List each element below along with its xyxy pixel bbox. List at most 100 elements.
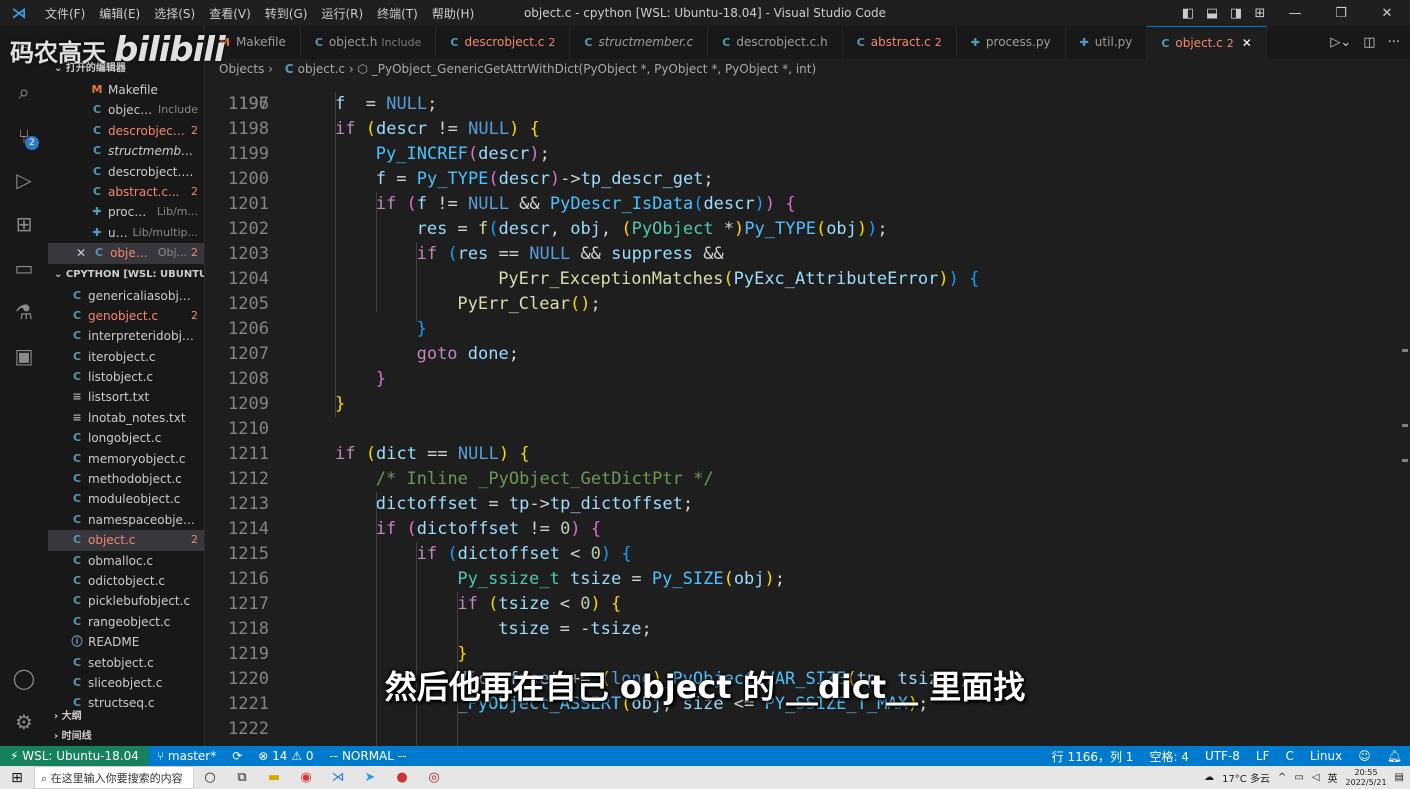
file-tree-item[interactable]: ⓘ README	[48, 632, 204, 652]
menu-item[interactable]: 查看(V)	[202, 5, 258, 22]
close-editor-icon[interactable]: ✕	[76, 243, 86, 263]
toggle-sidebar-icon[interactable]: ◧	[1176, 6, 1200, 21]
open-editor-item[interactable]: Cobject.h Include	[48, 100, 204, 120]
editor-tab[interactable]: ✚ process.py	[957, 26, 1066, 59]
telegram-icon[interactable]: ➤	[354, 770, 386, 785]
feedback-icon[interactable]: ☺	[1350, 749, 1379, 763]
workspace-header[interactable]: ⌄ CPYTHON [WSL: UBUNTU-...	[48, 264, 204, 286]
editor-tab[interactable]: Cstructmember.c	[570, 26, 709, 59]
windows-start-icon[interactable]: ⊞	[0, 770, 34, 786]
open-editor-item[interactable]: Cstructmember.c...	[48, 141, 204, 161]
menu-item[interactable]: 帮助(H)	[425, 5, 481, 22]
indentation[interactable]: 空格: 4	[1141, 748, 1197, 765]
editor-tab[interactable]: Cdescrobject.c 2	[436, 26, 571, 59]
cursor-position[interactable]: 行 1166，列 1	[1044, 748, 1142, 765]
editor-tab[interactable]: Cdescrobject.c.h	[708, 26, 843, 59]
volume-icon[interactable]: ◁	[1312, 772, 1320, 783]
minimize-button[interactable]: —	[1272, 6, 1318, 21]
file-tree-item[interactable]: Cgenobject.c 2	[48, 306, 204, 326]
restore-button[interactable]: ❐	[1318, 6, 1364, 21]
network-icon[interactable]: ▭	[1294, 772, 1303, 783]
open-editor-item[interactable]: Cabstract.c... 2	[48, 182, 204, 202]
chrome-icon[interactable]: ◉	[290, 770, 322, 785]
vscode-taskbar-icon[interactable]: ⋊	[322, 770, 354, 785]
file-tree-item[interactable]: Cmethodobject.c	[48, 469, 204, 489]
run-code-icon[interactable]: ▷⌄	[1330, 35, 1351, 50]
sync-icon[interactable]: ⟳	[224, 749, 250, 763]
file-tree-item[interactable]: Cobmalloc.c	[48, 551, 204, 571]
testing-icon[interactable]: ⚗	[0, 292, 48, 332]
search-icon[interactable]: ⌕	[0, 72, 48, 112]
code-editor[interactable]: 1196 1197 f = NULL; 1198 if (descr != NULL)…	[205, 79, 1410, 746]
tray-chevron-icon[interactable]: ^	[1278, 772, 1286, 783]
file-tree-item[interactable]: Clistobject.c	[48, 367, 204, 387]
open-editor-item[interactable]: ✚ process.pyLib/m...	[48, 202, 204, 222]
file-tree-item[interactable]: Clongobject.c	[48, 428, 204, 448]
file-tree-item[interactable]: Crangeobject.c	[48, 612, 204, 632]
open-editor-item[interactable]: ✚ util.pyLib/multip...	[48, 223, 204, 243]
weather-text[interactable]: 17°C 多云	[1222, 770, 1270, 785]
file-explorer-icon[interactable]: ▬	[258, 770, 290, 785]
customize-layout-icon[interactable]: ⊞	[1248, 6, 1272, 21]
file-tree-item[interactable]: Cobject.c 2	[48, 530, 204, 551]
file-tree-item[interactable]: Codictobject.c	[48, 571, 204, 591]
toggle-secondary-sidebar-icon[interactable]: ◨	[1224, 6, 1248, 21]
menu-item[interactable]: 运行(R)	[314, 5, 370, 22]
close-window-button[interactable]: ✕	[1364, 6, 1410, 21]
open-editor-item[interactable]: M Makefile	[48, 80, 204, 100]
editor-tab[interactable]: Cabstract.c 2	[843, 26, 957, 59]
input-method[interactable]: 英	[1328, 770, 1338, 785]
file-tree-item[interactable]: Cnamespaceobject.c	[48, 510, 204, 530]
problems-indicator[interactable]: ⊗ 14 ⚠ 0	[250, 749, 321, 763]
notifications-icon[interactable]: 🔔︎	[1379, 749, 1410, 763]
close-tab-icon[interactable]: ✕	[1242, 27, 1252, 60]
editor-tab[interactable]: ✚ util.py	[1066, 26, 1148, 59]
end-of-line[interactable]: LF	[1248, 749, 1278, 763]
app-icon[interactable]: ◎	[418, 770, 450, 785]
remote-explorer-icon[interactable]: ▭	[0, 248, 48, 288]
task-view-icon[interactable]: ⧉	[226, 770, 258, 785]
weather-icon[interactable]: ☁	[1204, 772, 1214, 783]
file-tree-item[interactable]: Cinterpreteridobject.c	[48, 326, 204, 346]
split-editor-icon[interactable]: ◫	[1363, 35, 1375, 50]
extensions-icon[interactable]: ⊞	[0, 204, 48, 244]
open-editor-item[interactable]: ✕ Cobject.c Obj... 2	[48, 243, 204, 264]
menu-item[interactable]: 编辑(E)	[92, 5, 147, 22]
file-tree-item[interactable]: Cmemoryobject.c	[48, 449, 204, 469]
file-tree-item[interactable]: Citerobject.c	[48, 347, 204, 367]
open-editor-item[interactable]: Cdescrobject.... 2	[48, 121, 204, 141]
editor-tab[interactable]: Cobject.c 2 ✕	[1147, 26, 1267, 59]
outline-section[interactable]: › 大纲	[48, 706, 82, 728]
file-tree-item[interactable]: Cmoduleobject.c	[48, 489, 204, 509]
menu-item[interactable]: 转到(G)	[258, 5, 315, 22]
git-branch[interactable]: ⑂ master*	[149, 749, 224, 763]
settings-gear-icon[interactable]: ⚙	[0, 702, 48, 742]
remote-indicator[interactable]: ⚡ WSL: Ubuntu-18.04	[0, 746, 149, 766]
breadcrumb-symbol[interactable]: _PyObject_GenericGetAttrWithDict(PyObjec…	[372, 62, 816, 76]
docker-icon[interactable]: ▣	[0, 336, 48, 376]
toggle-panel-icon[interactable]: ⬓	[1200, 6, 1224, 21]
more-actions-icon[interactable]: ···	[1388, 35, 1400, 50]
clock[interactable]: 20:55 2022/5/21	[1346, 768, 1387, 788]
breadcrumb-file[interactable]: object.c	[298, 62, 345, 76]
menu-item[interactable]: 文件(F)	[38, 5, 92, 22]
app-icon[interactable]: ●	[386, 770, 418, 785]
open-editor-item[interactable]: Cdescrobject.c.h...	[48, 162, 204, 182]
file-tree-item[interactable]: Cpicklebufobject.c	[48, 591, 204, 611]
run-debug-icon[interactable]: ▷	[0, 160, 48, 200]
language-mode[interactable]: C	[1278, 749, 1302, 763]
source-control-icon[interactable]: ⑂ 2	[0, 116, 48, 156]
notification-center-icon[interactable]: ▤	[1395, 772, 1404, 783]
breadcrumb-folder[interactable]: Objects	[219, 62, 264, 76]
menu-item[interactable]: 终端(T)	[370, 5, 425, 22]
menu-item[interactable]: 选择(S)	[147, 5, 202, 22]
timeline-section[interactable]: › 时间线	[48, 726, 92, 746]
encoding[interactable]: UTF-8	[1197, 749, 1248, 763]
file-tree-item[interactable]: ≡ lnotab_notes.txt	[48, 408, 204, 428]
os-indicator[interactable]: Linux	[1302, 749, 1350, 763]
file-tree-item[interactable]: ≡ listsort.txt	[48, 387, 204, 407]
taskbar-search-input[interactable]: ⌕ 在这里输入你要搜索的内容	[34, 766, 194, 789]
cortana-icon[interactable]: ○	[194, 770, 226, 785]
file-tree-item[interactable]: Cgenericaliasobject.c	[48, 286, 204, 306]
editor-tab[interactable]: Cobject.h Include	[301, 26, 437, 59]
